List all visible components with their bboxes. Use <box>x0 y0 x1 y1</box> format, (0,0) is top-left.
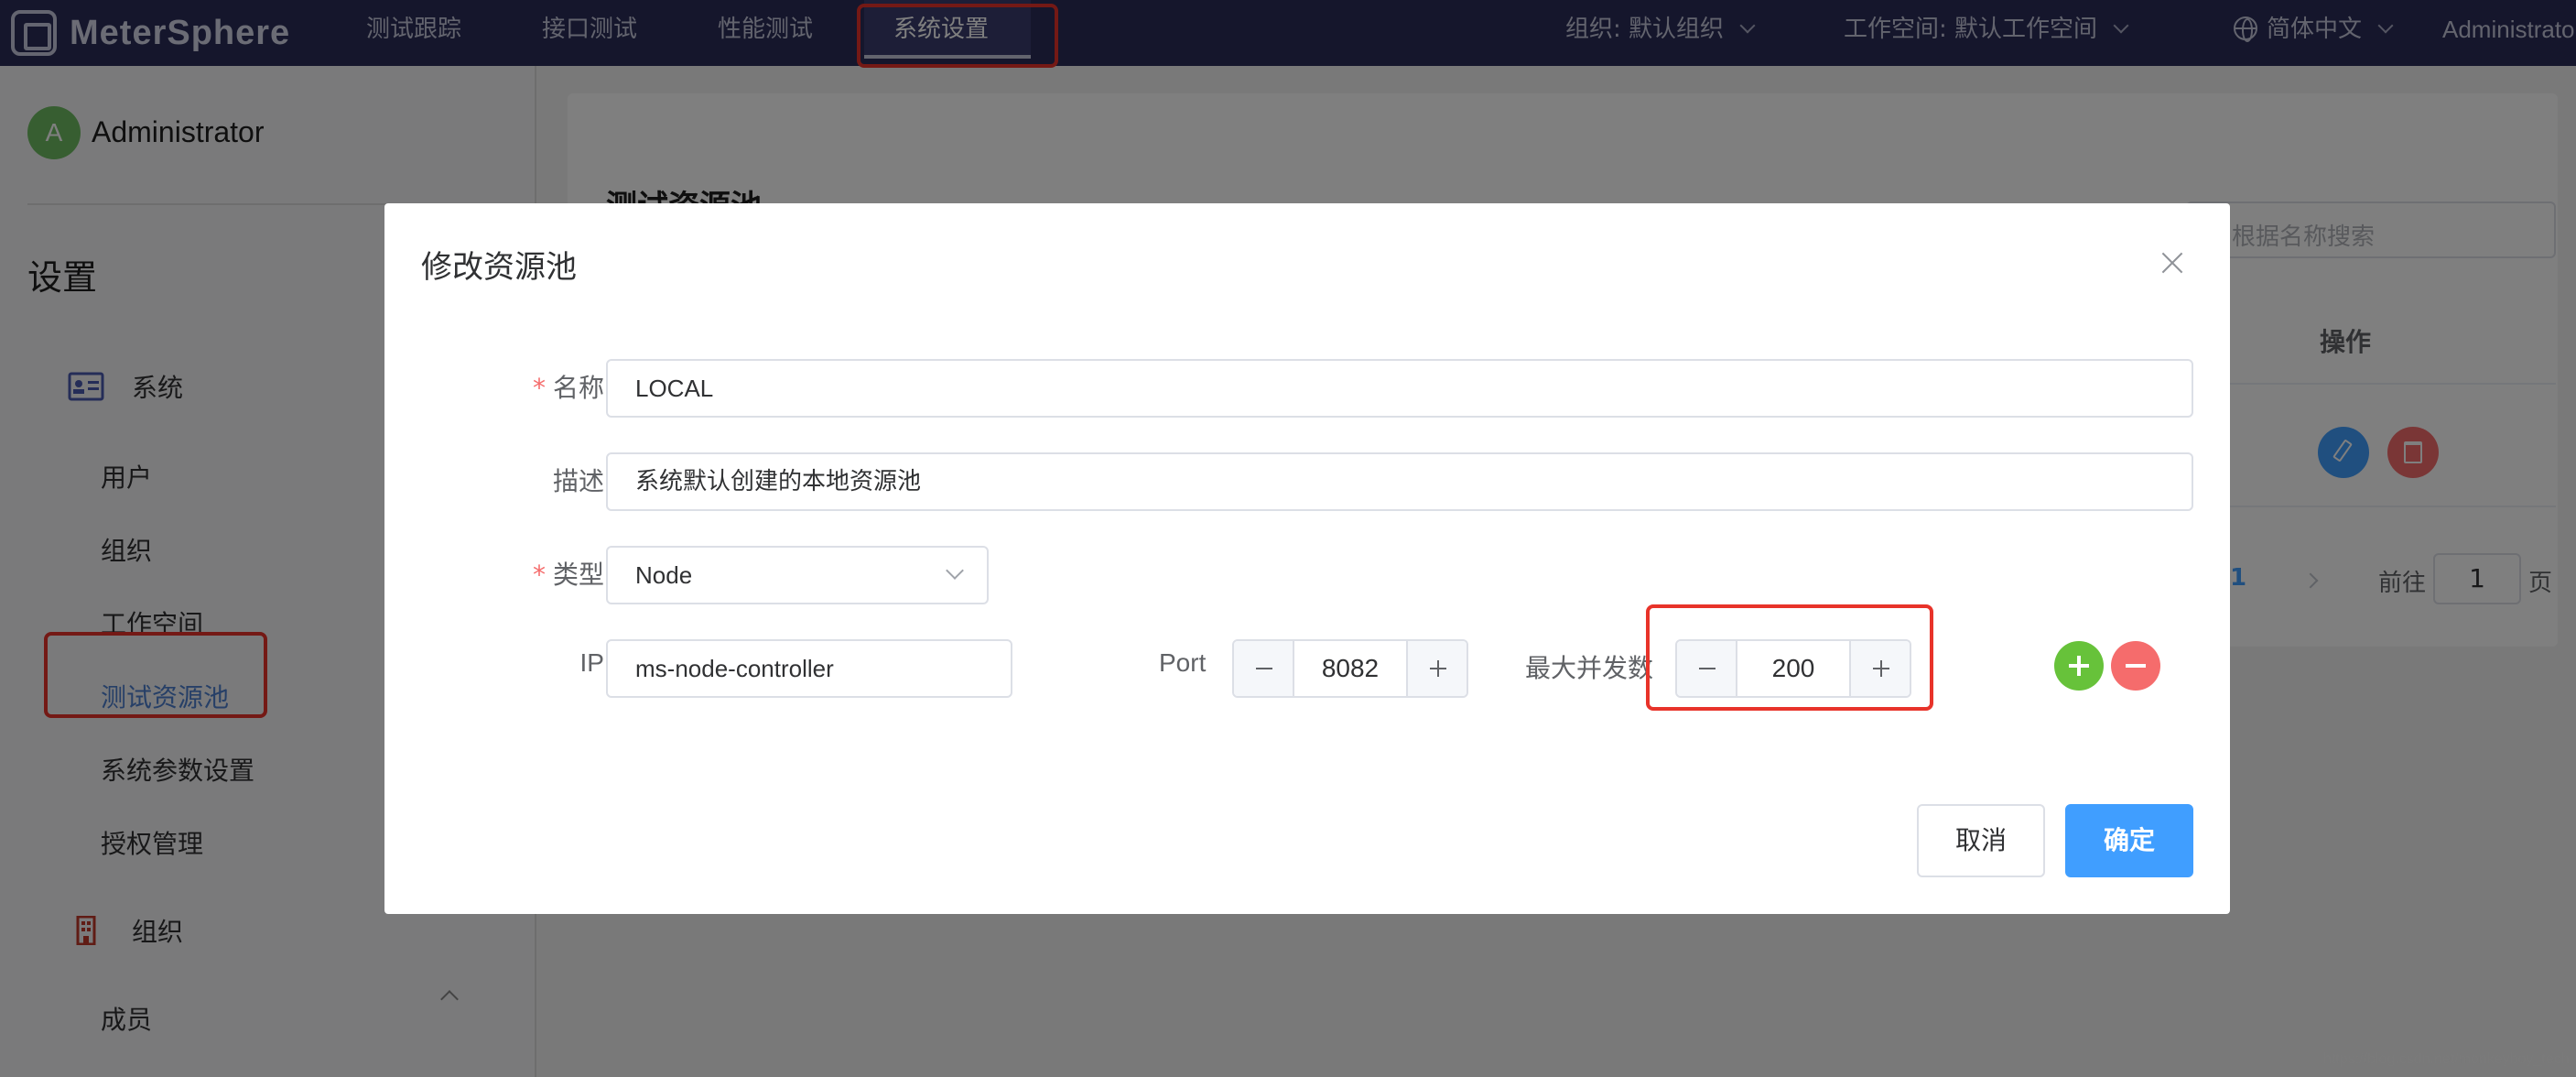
dialog-title: 修改资源池 <box>421 249 577 286</box>
port-value[interactable]: 8082 <box>1294 641 1406 696</box>
cancel-button[interactable]: 取消 <box>1917 804 2045 877</box>
required-asterisk: * <box>532 373 546 403</box>
port-increase-button[interactable] <box>1406 641 1467 696</box>
type-label: * 类型 <box>513 555 604 592</box>
annotation-highlight-max-concurrency <box>1646 604 1933 711</box>
ip-label: IP <box>579 648 604 677</box>
name-input[interactable]: LOCAL <box>606 359 2193 418</box>
close-icon[interactable] <box>2159 249 2186 277</box>
chevron-down-icon <box>946 561 964 580</box>
port-decrease-button[interactable] <box>1234 641 1294 696</box>
description-label: 描述 <box>552 466 604 496</box>
plus-icon-stroke <box>2077 656 2081 676</box>
port-label: Port <box>1159 648 1207 677</box>
minus-icon <box>2126 664 2146 668</box>
required-asterisk: * <box>532 560 546 590</box>
type-select-value: Node <box>635 561 693 589</box>
add-node-button[interactable] <box>2054 641 2104 691</box>
description-input[interactable]: 系统默认创建的本地资源池 <box>606 452 2193 511</box>
port-stepper[interactable]: 8082 <box>1232 639 1468 698</box>
ip-input[interactable]: ms-node-controller <box>606 639 1012 698</box>
remove-node-button[interactable] <box>2111 641 2160 691</box>
type-select[interactable]: Node <box>606 546 989 604</box>
watermark: https://blog.csdn.net/monkeyboy_tech <box>2323 1051 2570 1067</box>
minus-icon <box>1256 668 1272 669</box>
max-concurrency-label: 最大并发数 <box>1525 653 1654 683</box>
type-label-text: 类型 <box>552 560 604 590</box>
edit-resource-pool-dialog: 修改资源池 * 名称 LOCAL 描述 系统默认创建的本地资源池 * 类型 Node… <box>384 203 2230 914</box>
name-label: * 名称 <box>513 368 604 405</box>
name-label-text: 名称 <box>552 373 604 403</box>
plus-icon-stroke <box>1437 660 1439 677</box>
confirm-button[interactable]: 确定 <box>2065 804 2193 877</box>
